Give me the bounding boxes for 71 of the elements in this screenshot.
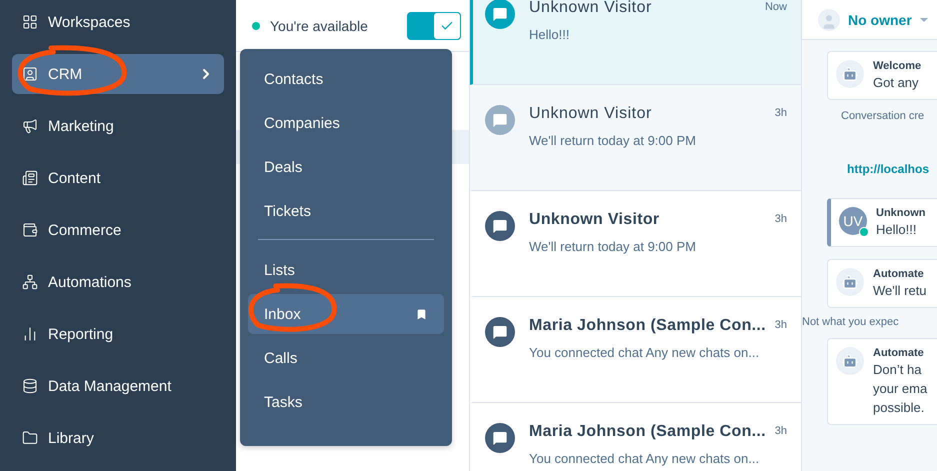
chat-icon — [485, 105, 515, 135]
sidebar-icon — [22, 118, 38, 134]
menu-item[interactable]: Calls — [248, 338, 444, 378]
message-preview: Hello!!! — [529, 27, 570, 42]
chat-icon — [485, 211, 515, 241]
chat-icon — [485, 0, 515, 29]
sidebar-item[interactable]: Marketing — [12, 106, 224, 146]
contact-name: Unknown Visitor — [529, 211, 660, 229]
contact-name: Unknown Visitor — [529, 0, 653, 17]
sidebar-icon — [22, 378, 38, 394]
availability-label: You're available — [270, 18, 369, 34]
bookmark-icon[interactable] — [415, 308, 428, 320]
message-text: Hello!!! — [876, 221, 918, 238]
menu-item[interactable]: Inbox — [248, 294, 444, 334]
sidebar-item[interactable]: Workspaces — [12, 2, 224, 42]
chat-icon — [485, 317, 515, 347]
menu-item[interactable]: Companies — [248, 103, 444, 143]
message-time: 3h — [774, 106, 787, 119]
bot-avatar — [836, 347, 864, 375]
menu-item[interactable]: Contacts — [248, 59, 444, 99]
message-time: Now — [764, 0, 787, 13]
message-text: Got any — [873, 74, 920, 91]
sidebar-item[interactable]: Commerce — [12, 210, 224, 250]
sender-name: Welcome — [873, 60, 922, 72]
sidebar-icon — [22, 274, 38, 290]
message-text: Don’t ha — [873, 361, 922, 378]
message-preview: You connected chat Any new chats on... — [529, 451, 760, 466]
sidebar-item[interactable]: Library — [12, 418, 224, 458]
avatar-icon — [818, 8, 840, 30]
system-note: Conversation cre — [841, 110, 926, 122]
system-note: Not what you expec — [802, 316, 900, 328]
availability-toggle[interactable] — [407, 12, 461, 40]
message-text: We'll retu — [873, 282, 927, 299]
sidebar-icon — [22, 14, 38, 30]
message-preview: We'll return today at 9:00 PM — [529, 133, 697, 148]
sidebar-icon — [22, 170, 38, 186]
conversation-item[interactable]: Unknown Visitor Now Hello!!! — [470, 0, 801, 85]
caret-icon — [920, 18, 928, 22]
conversation-item[interactable]: Unknown Visitor 3h We'll return today at 9:00 PM — [470, 85, 801, 191]
sidebar-icon — [22, 66, 38, 82]
menu-item[interactable]: Lists — [248, 250, 444, 290]
message-text: possible. — [873, 399, 926, 416]
owner-dropdown[interactable]: No owner — [848, 12, 912, 28]
menu-item[interactable]: Tickets — [248, 191, 444, 231]
contact-name: Maria Johnson (Sample Con... — [529, 423, 767, 441]
sidebar-item[interactable]: CRM — [12, 54, 224, 94]
chat-icon — [485, 423, 515, 453]
sender-name: Unknown — [876, 207, 926, 219]
sidebar-item[interactable]: Automations — [12, 262, 224, 302]
bot-avatar — [836, 268, 864, 296]
message-time: 3h — [774, 424, 787, 437]
sender-name: Automate — [873, 268, 925, 280]
contact-name: Maria Johnson (Sample Con... — [529, 317, 767, 335]
status-dot — [252, 22, 260, 30]
sidebar-item[interactable]: Data Management — [12, 366, 224, 406]
menu-item[interactable]: Deals — [248, 147, 444, 187]
sidebar-item[interactable]: Reporting — [12, 314, 224, 354]
message-time: 3h — [774, 212, 787, 225]
sidebar-item[interactable]: Content — [12, 158, 224, 198]
visitor-avatar: UV — [839, 207, 867, 235]
sidebar-icon — [22, 222, 38, 238]
sidebar-icon — [22, 326, 38, 342]
message-text: your ema — [873, 380, 928, 397]
message-time: 3h — [774, 318, 787, 331]
menu-item[interactable]: Tasks — [248, 382, 444, 422]
bot-avatar — [836, 60, 864, 88]
message-preview: You connected chat Any new chats on... — [529, 345, 760, 360]
message-preview: We'll return today at 9:00 PM — [529, 239, 697, 254]
sender-name: Automate — [873, 347, 925, 359]
sidebar-icon — [22, 430, 38, 446]
contact-name: Unknown Visitor — [529, 105, 653, 123]
